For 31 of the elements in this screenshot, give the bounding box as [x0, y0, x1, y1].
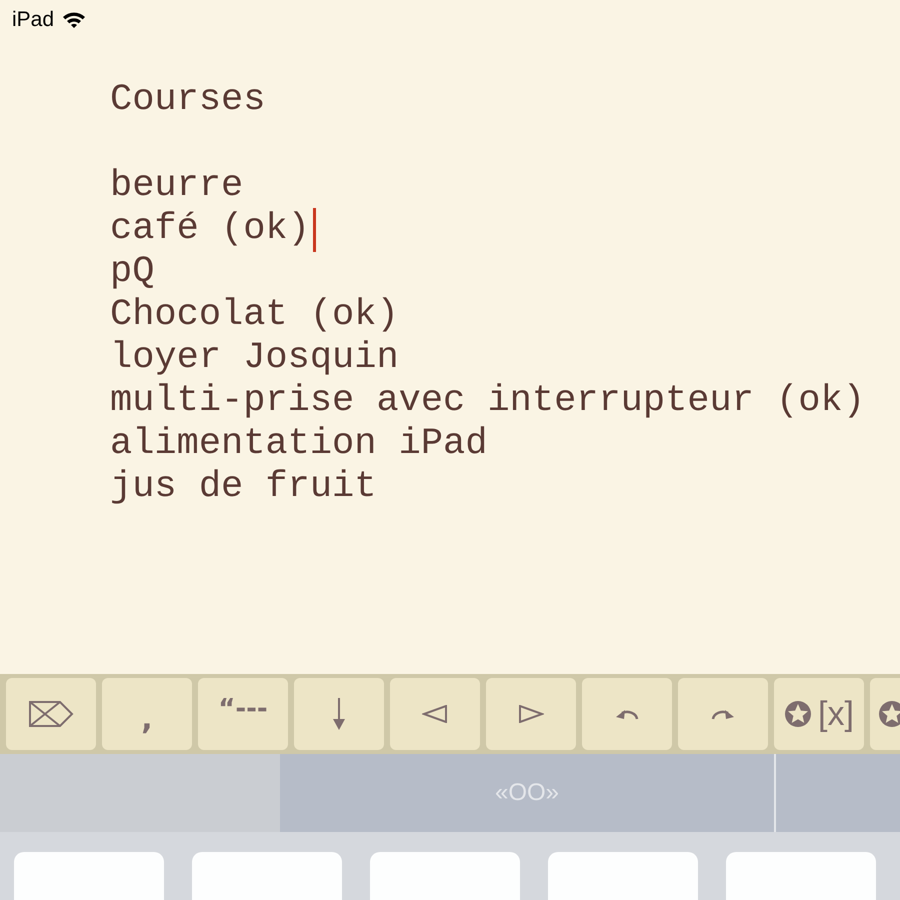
undo-key[interactable] — [582, 678, 672, 750]
text-line: jus de fruit — [110, 466, 376, 509]
star-icon — [878, 700, 900, 728]
redo-icon — [711, 707, 735, 721]
undo-icon — [615, 707, 639, 721]
keyboard-key[interactable] — [192, 852, 342, 900]
keyboard-key[interactable] — [370, 852, 520, 900]
text-key[interactable]: , — [102, 678, 192, 750]
text-line: beurre — [110, 165, 244, 208]
text-line: pQ — [110, 251, 154, 294]
delete-key[interactable] — [6, 678, 96, 750]
right-key[interactable] — [486, 678, 576, 750]
text-line: alimentation iPad — [110, 423, 488, 466]
left-key[interactable] — [390, 678, 480, 750]
down-arrow-icon — [331, 697, 347, 731]
snippet-key[interactable]: [x] — [774, 678, 864, 750]
text-line: loyer Josquin — [110, 337, 399, 380]
keyboard-key[interactable] — [548, 852, 698, 900]
text-line: Chocolat (ok) — [110, 294, 399, 337]
text-line: café (ok) — [110, 208, 310, 251]
redo-key[interactable] — [678, 678, 768, 750]
left-triangle-icon — [422, 705, 448, 723]
text-line: multi-prise avec interrupteur (ok) — [110, 380, 865, 423]
right-triangle-icon — [518, 705, 544, 723]
delete-icon — [28, 700, 74, 728]
keyboard-key[interactable] — [726, 852, 876, 900]
down-key[interactable] — [294, 678, 384, 750]
device-name: iPad — [12, 8, 54, 32]
text-key[interactable]: “--- — [198, 678, 288, 750]
keyboard-key[interactable] — [14, 852, 164, 900]
text-line: Courses — [110, 79, 266, 122]
